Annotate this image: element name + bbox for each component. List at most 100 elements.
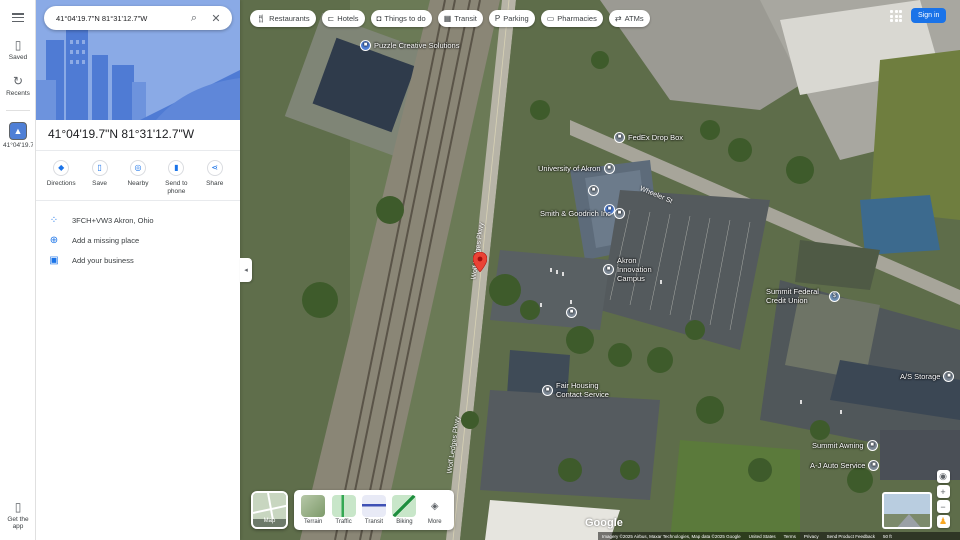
google-apps-icon[interactable] [890, 10, 902, 22]
poi-label: A/S Storage [900, 372, 941, 381]
street-view-thumbnail[interactable] [882, 492, 932, 529]
zoom-out-button[interactable]: − [936, 500, 950, 513]
layers-panel: Terrain Traffic Transit Biking ◈ More [294, 490, 454, 530]
layer-biking[interactable]: Biking [392, 495, 417, 525]
poi-label: Summit Federal Credit Union [766, 287, 819, 305]
chip-label: Things to do [384, 14, 426, 23]
search-box: ⌕ ✕ [44, 6, 232, 30]
save-button[interactable]: ▯ Save [82, 160, 118, 196]
layer-transit[interactable]: Transit [361, 495, 386, 525]
poi-university-of-akron[interactable]: University of Akron ■ [538, 163, 615, 174]
sign-in-button[interactable]: Sign in [911, 8, 947, 23]
transit-icon [361, 495, 386, 517]
poi-aj-auto[interactable]: A-J Auto Service ■ [810, 460, 880, 471]
nearby-button[interactable]: ◎ Nearby [120, 160, 156, 196]
place-thumbnail-icon: ▲ [9, 122, 27, 140]
my-location-button[interactable]: ◉ [936, 470, 950, 483]
map-type-toggle[interactable]: Map [251, 491, 288, 529]
share-button[interactable]: ⋖ Share [197, 160, 233, 196]
saved-button[interactable]: ▯ Saved [0, 38, 36, 61]
school-icon: ■ [588, 185, 599, 196]
search-icon[interactable]: ⌕ [186, 10, 202, 26]
google-logo: Google [585, 517, 623, 529]
pharmacy-icon: ▭ [546, 14, 555, 23]
privacy-link[interactable]: Privacy [804, 534, 819, 539]
poi-puzzle-creative[interactable]: ■ Puzzle Creative Solutions [360, 40, 459, 51]
scale-label[interactable]: 50 ft [883, 534, 892, 539]
share-icon: ⋖ [206, 160, 223, 176]
layer-terrain[interactable]: Terrain [301, 495, 326, 525]
hotel-icon: ⊏ [327, 14, 335, 23]
saved-label: Saved [8, 54, 28, 61]
biking-icon [392, 495, 417, 517]
terms-link[interactable]: Terms [784, 534, 796, 539]
poi-smith-goodrich[interactable]: Smith & Goodrich Inc ■ [540, 208, 625, 219]
minus-icon: − [940, 501, 946, 512]
chip-things-to-do[interactable]: ◘ Things to do [370, 10, 432, 27]
add-location-icon: ⊕ [49, 234, 59, 246]
my-location-icon: ◉ [939, 471, 947, 481]
zoom-in-button[interactable]: + [936, 485, 950, 498]
poi-summit-awning[interactable]: Summit Awning ■ [812, 440, 878, 451]
get-app-label: Get the app [7, 516, 29, 530]
action-label: Nearby [127, 180, 149, 187]
chip-transit[interactable]: ▦ Transit [437, 10, 483, 27]
feedback-link[interactable]: Send Product Feedback [827, 534, 875, 539]
layers-icon: ◈ [422, 495, 447, 517]
pegman-button[interactable]: ♟ [936, 515, 950, 528]
poi-label: A-J Auto Service [810, 461, 866, 470]
close-icon[interactable]: ✕ [208, 10, 224, 26]
poi-ua-marker[interactable]: ■ [588, 185, 599, 196]
menu-button[interactable] [0, 13, 36, 22]
get-app-button[interactable]: ▯ Get the app [0, 500, 36, 530]
chip-label: Restaurants [269, 14, 310, 23]
terrain-icon [301, 495, 326, 517]
add-missing-place-row[interactable]: ⊕ Add a missing place [48, 234, 139, 246]
phone-icon: ▯ [14, 500, 22, 514]
poi-akron-innovation-campus[interactable]: ■ Akron Innovation Campus [603, 256, 667, 283]
transit-icon: ▦ [443, 14, 452, 23]
chip-pharmacies[interactable]: ▭ Pharmacies [540, 10, 603, 27]
recents-button[interactable]: ↻ Recents [0, 74, 36, 97]
collapse-panel-button[interactable]: ◂ [240, 258, 252, 282]
poi-as-storage[interactable]: A/S Storage ■ [900, 371, 955, 382]
chip-hotels[interactable]: ⊏ Hotels [321, 10, 365, 27]
search-input[interactable] [56, 13, 180, 23]
satellite-map[interactable]: ■ Puzzle Creative Solutions ■ FedEx Drop… [240, 0, 960, 540]
business-icon: ■ [613, 208, 625, 219]
poi-label: Puzzle Creative Solutions [374, 41, 460, 50]
recent-place-label: 41°04'19.7"N... [3, 142, 33, 149]
add-business-row[interactable]: ▣ Add your business [48, 254, 133, 266]
chip-parking[interactable]: P Parking [488, 10, 535, 27]
place-actions: ◆ Directions ▯ Save ◎ Nearby ▮ Send to p… [36, 160, 240, 196]
poi-label: Summit Awning [812, 441, 864, 450]
layer-more[interactable]: ◈ More [422, 495, 447, 525]
send-to-phone-button[interactable]: ▮ Send to phone [158, 160, 194, 196]
layer-traffic[interactable]: Traffic [331, 495, 356, 525]
storage-icon: ■ [943, 371, 955, 382]
region-link[interactable]: United States [749, 534, 776, 539]
add-business-icon: ▣ [49, 254, 59, 266]
poi-fair-housing[interactable]: ■ Fair Housing Contact Service [542, 381, 610, 399]
plus-code-row[interactable]: ⁘ 3FCH+VW3 Akron, Ohio [48, 214, 154, 226]
atm-icon: ⇄ [614, 14, 622, 23]
satellite-imagery [240, 0, 960, 540]
poi-fedex[interactable]: ■ FedEx Drop Box [614, 132, 683, 143]
layer-label: Biking [396, 519, 413, 525]
location-pin-icon[interactable] [473, 252, 487, 272]
street-view-preview [884, 494, 930, 527]
recent-place-button[interactable]: ▲ 41°04'19.7"N... [0, 122, 36, 149]
business-icon: ■ [603, 264, 614, 275]
plus-code-icon: ⁘ [49, 214, 59, 226]
plus-code-text: 3FCH+VW3 Akron, Ohio [72, 215, 154, 225]
poi-lot-marker[interactable]: ■ [566, 307, 577, 318]
camera-icon: ◘ [376, 14, 382, 23]
directions-button[interactable]: ◆ Directions [43, 160, 79, 196]
poi-summit-federal[interactable]: Summit Federal Credit Union $ [766, 287, 840, 305]
chip-restaurants[interactable]: 🍴︎ Restaurants [250, 10, 316, 27]
action-label: Send to phone [165, 180, 188, 195]
poi-label: Smith & Goodrich Inc [540, 209, 611, 218]
divider [36, 150, 240, 151]
chip-atms[interactable]: ⇄ ATMs [608, 10, 650, 27]
layer-label: Transit [364, 519, 384, 525]
